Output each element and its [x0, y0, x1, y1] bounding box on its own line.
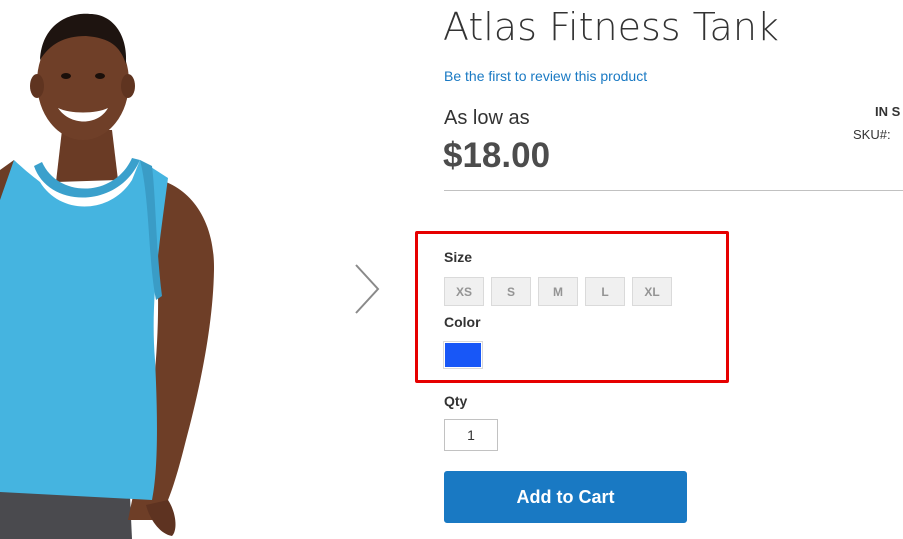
product-image: [0, 13, 215, 539]
size-swatch-xl[interactable]: XL: [632, 277, 672, 306]
size-label: Size: [444, 249, 473, 265]
product-page: Atlas Fitness Tank Be the first to revie…: [0, 0, 903, 539]
add-to-cart-button[interactable]: Add to Cart: [444, 471, 687, 523]
review-link[interactable]: Be the first to review this product: [444, 67, 647, 85]
size-swatch-xs[interactable]: XS: [444, 277, 484, 306]
size-swatch-l[interactable]: L: [585, 277, 625, 306]
size-swatch-list: XS S M L XL: [444, 277, 672, 306]
product-price: $18.00: [443, 136, 551, 175]
color-label: Color: [444, 314, 481, 330]
price-prefix: As low as: [444, 107, 530, 129]
divider: [444, 190, 903, 191]
product-gallery: [0, 0, 400, 539]
chevron-right-icon[interactable]: [352, 262, 382, 316]
stock-status: IN S: [875, 104, 901, 119]
product-title: Atlas Fitness Tank: [443, 5, 779, 49]
qty-input[interactable]: [444, 419, 498, 451]
size-swatch-s[interactable]: S: [491, 277, 531, 306]
size-swatch-m[interactable]: M: [538, 277, 578, 306]
sku-label: SKU#:: [853, 127, 891, 142]
qty-label: Qty: [444, 393, 468, 409]
color-swatch-blue[interactable]: [443, 341, 483, 369]
